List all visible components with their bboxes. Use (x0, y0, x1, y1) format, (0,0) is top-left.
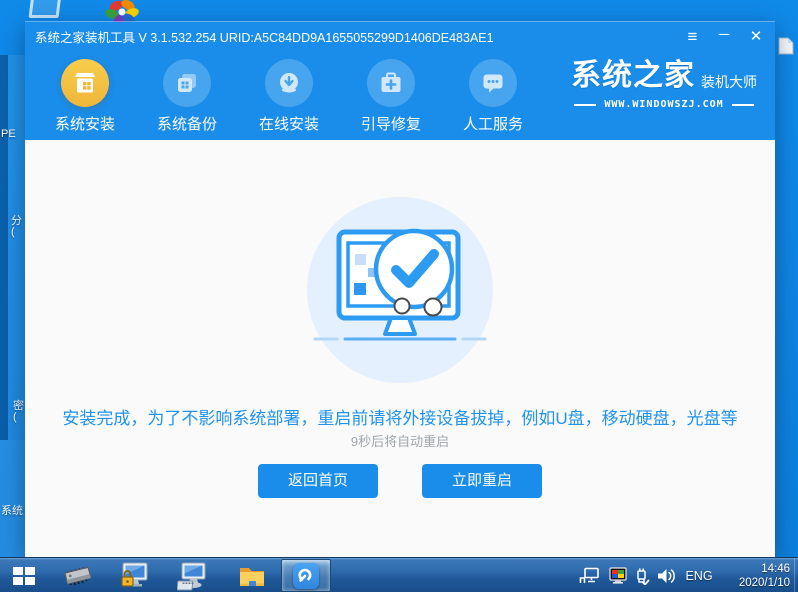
nav-system-install[interactable]: 系统安装 (35, 50, 135, 140)
brand-logo: 系统之家 装机大师 WWW.WINDOWSZJ.COM (571, 59, 757, 111)
clock-time: 14:46 (761, 563, 790, 575)
language-indicator: ENG (685, 568, 713, 583)
desktop-label-fragment: ( (13, 411, 17, 423)
windows-logo-icon (13, 566, 35, 585)
desktop-display-icon[interactable] (28, 0, 62, 18)
minimize-icon[interactable]: ─ (715, 27, 733, 42)
memory-chip-icon (64, 566, 92, 585)
brand-site: WWW.WINDOWSZJ.COM (604, 99, 724, 110)
installer-window: 系统之家装机工具 V 3.1.532.254 URID:A5C84DD9A165… (25, 21, 775, 558)
taskbar-display-keyboard-app[interactable] (173, 558, 213, 592)
monitor-lock-icon (121, 562, 148, 587)
tray-volume[interactable] (654, 558, 678, 592)
menu-icon[interactable]: ≡ (683, 28, 701, 45)
online-download-icon (265, 59, 313, 107)
tray-usb[interactable] (632, 558, 652, 592)
background-window-edge (0, 55, 8, 440)
desktop-label-fragment: ( (11, 226, 15, 238)
taskbar-installer-app-active[interactable] (281, 559, 331, 592)
monitor-keyboard-icon (177, 562, 206, 590)
taskbar-remote-lock-app[interactable] (114, 558, 154, 592)
network-icon (579, 567, 599, 583)
main-content: 安装完成，为了不影响系统部署，重启前请将外接设备拔掉，例如U盘，移动硬盘，光盘等… (25, 140, 775, 558)
tray-clock[interactable]: 14:46 2020/1/10 (710, 562, 790, 591)
nav-label: 引导修复 (360, 116, 421, 133)
window-title: 系统之家装机工具 V 3.1.532.254 URID:A5C84DD9A165… (35, 30, 494, 45)
home-button[interactable]: 返回首页 (258, 464, 378, 498)
nav-label: 在线安装 (258, 116, 319, 133)
folder-icon (240, 567, 264, 586)
restart-button[interactable]: 立即重启 (422, 464, 542, 498)
clock-date: 2020/1/10 (738, 577, 790, 590)
desktop-document-icon[interactable] (777, 37, 795, 60)
taskbar-file-explorer[interactable] (232, 558, 272, 592)
close-icon[interactable]: ✕ (747, 29, 765, 44)
installer-app-icon (293, 562, 319, 589)
nav-support[interactable]: 人工服务 (443, 50, 543, 140)
brand-name: 系统之家 (571, 59, 695, 92)
background-window-strip-bottom (0, 440, 25, 557)
taskbar-chip-app[interactable] (58, 558, 98, 592)
completion-message: 安装完成，为了不影响系统部署，重启前请将外接设备拔掉，例如U盘，移动硬盘，光盘等 (62, 409, 738, 428)
nav-boot-repair[interactable]: 引导修复 (341, 50, 441, 140)
support-chat-icon (469, 59, 517, 107)
logo-dash (731, 103, 754, 106)
show-desktop-button[interactable] (794, 558, 798, 592)
install-box-icon (61, 59, 109, 107)
speaker-icon (658, 568, 675, 583)
desktop-label-fragment: PE (1, 128, 16, 140)
desktop-label-fragment: 系统 (1, 505, 23, 517)
start-button[interactable] (0, 558, 48, 592)
nav-online-install[interactable]: 在线安装 (239, 50, 339, 140)
taskbar: ENG 14:46 2020/1/10 (0, 557, 798, 592)
restart-countdown: 9秒后将自动重启 (350, 434, 450, 449)
monitor-check-icon (313, 228, 487, 341)
brand-subtitle: 装机大师 (701, 74, 757, 91)
titlebar[interactable]: 系统之家装机工具 V 3.1.532.254 URID:A5C84DD9A165… (25, 22, 775, 50)
tray-network[interactable] (578, 558, 602, 592)
display-color-icon (609, 566, 627, 584)
nav-label: 系统备份 (156, 116, 217, 133)
nav-system-backup[interactable]: 系统备份 (137, 50, 237, 140)
backup-icon (163, 59, 211, 107)
background-window-strip (8, 55, 25, 440)
toolbar: 系统安装 系统备份 在线安装 引导修复 人工服务 系统之家 装机大师 WWW.W… (25, 50, 775, 140)
logo-dash (574, 103, 597, 106)
success-illustration (307, 197, 493, 383)
boot-repair-icon (367, 59, 415, 107)
nav-label: 人工服务 (462, 116, 523, 133)
tray-display-color[interactable] (606, 558, 630, 592)
usb-icon (637, 568, 650, 585)
nav-label: 系统安装 (54, 116, 115, 133)
